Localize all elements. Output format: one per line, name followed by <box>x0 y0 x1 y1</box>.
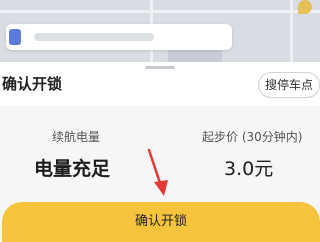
red-arrow-annotation <box>147 148 168 196</box>
map-road <box>0 10 320 13</box>
confirm-unlock-button[interactable]: 确认开锁 <box>2 202 320 242</box>
find-parking-button[interactable]: 搜停车点 <box>258 72 320 98</box>
map-road <box>290 0 293 68</box>
search-text-placeholder <box>34 33 154 41</box>
battery-label: 续航电量 <box>52 130 101 144</box>
location-icon <box>9 29 21 45</box>
price-value: 3.0元 <box>224 158 274 180</box>
battery-value: 电量充足 <box>34 158 111 180</box>
sheet-header: 确认开锁 搜停车点 <box>0 62 320 106</box>
map-marker-icon <box>298 0 312 14</box>
price-label: 起步价 (30分钟内) <box>202 130 303 144</box>
drag-handle[interactable] <box>145 66 175 69</box>
sheet-title: 确认开锁 <box>2 75 63 93</box>
map-search-bar[interactable] <box>6 24 232 50</box>
map-view[interactable] <box>0 0 320 68</box>
